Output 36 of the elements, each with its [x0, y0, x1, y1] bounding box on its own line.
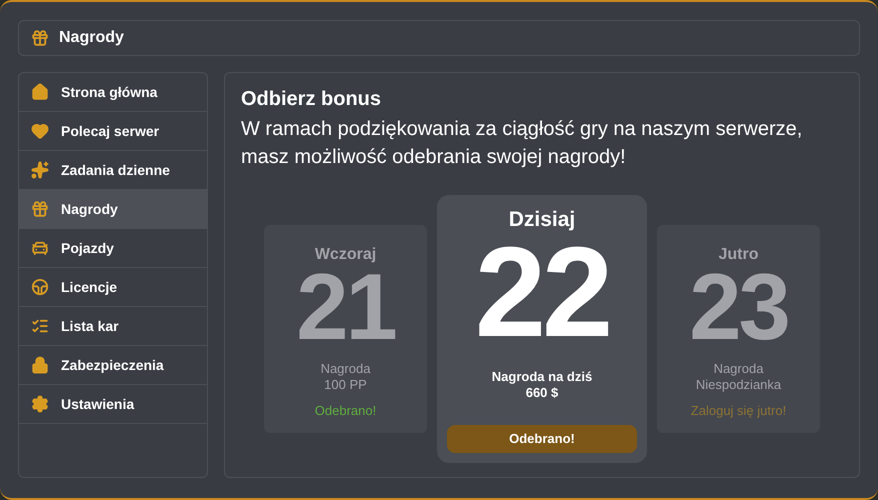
status-text: Zaloguj się jutro! [690, 402, 786, 420]
status-text: Odebrano! [314, 402, 376, 420]
day-number: 22 [474, 237, 610, 350]
settings-icon [31, 395, 49, 413]
sidebar-item[interactable]: Strona główna [19, 73, 207, 112]
sparkles-icon [31, 161, 49, 179]
claimed-button[interactable]: Odebrano! [447, 425, 637, 453]
day-label: Jutro [718, 245, 758, 265]
sidebar-item[interactable]: Nagrody [19, 190, 207, 229]
lock-icon [31, 356, 49, 374]
sidebar-item[interactable]: Polecaj serwer [19, 112, 207, 151]
reward-label: Nagroda [714, 361, 764, 377]
sidebar-item[interactable]: Pojazdy [19, 229, 207, 268]
sidebar-item[interactable]: Zabezpieczenia [19, 346, 207, 385]
panel-description: W ramach podziękowania za ciągłość gry na naszym serwerze, masz możliwość odebrania swojej nagrody! [241, 117, 804, 170]
day-label: Dzisiaj [508, 207, 576, 233]
gift-icon [31, 29, 49, 47]
sidebar-item[interactable]: Lista kar [19, 307, 207, 346]
day-number: 23 [689, 265, 788, 349]
day-number: 21 [296, 265, 395, 349]
reward-value: 100 PP [324, 377, 367, 393]
steering-wheel-icon [31, 278, 49, 296]
panel-title: Odbierz bonus [241, 87, 382, 112]
heart-icon [31, 122, 49, 140]
sidebar-item[interactable]: Ustawienia [19, 385, 207, 424]
reward-label: Nagroda [320, 361, 370, 377]
reward-label: Nagroda na dziś [492, 369, 592, 386]
car-icon [31, 239, 49, 257]
page-title: Nagrody [59, 28, 124, 48]
gift-icon [31, 200, 49, 218]
day-label: Wczoraj [314, 245, 376, 265]
home-icon [31, 83, 49, 101]
sidebar-item[interactable]: Licencje [19, 268, 207, 307]
reward-value: 660 $ [526, 385, 558, 402]
list-icon [31, 317, 49, 335]
reward-value: Niespodzianka [696, 377, 782, 393]
